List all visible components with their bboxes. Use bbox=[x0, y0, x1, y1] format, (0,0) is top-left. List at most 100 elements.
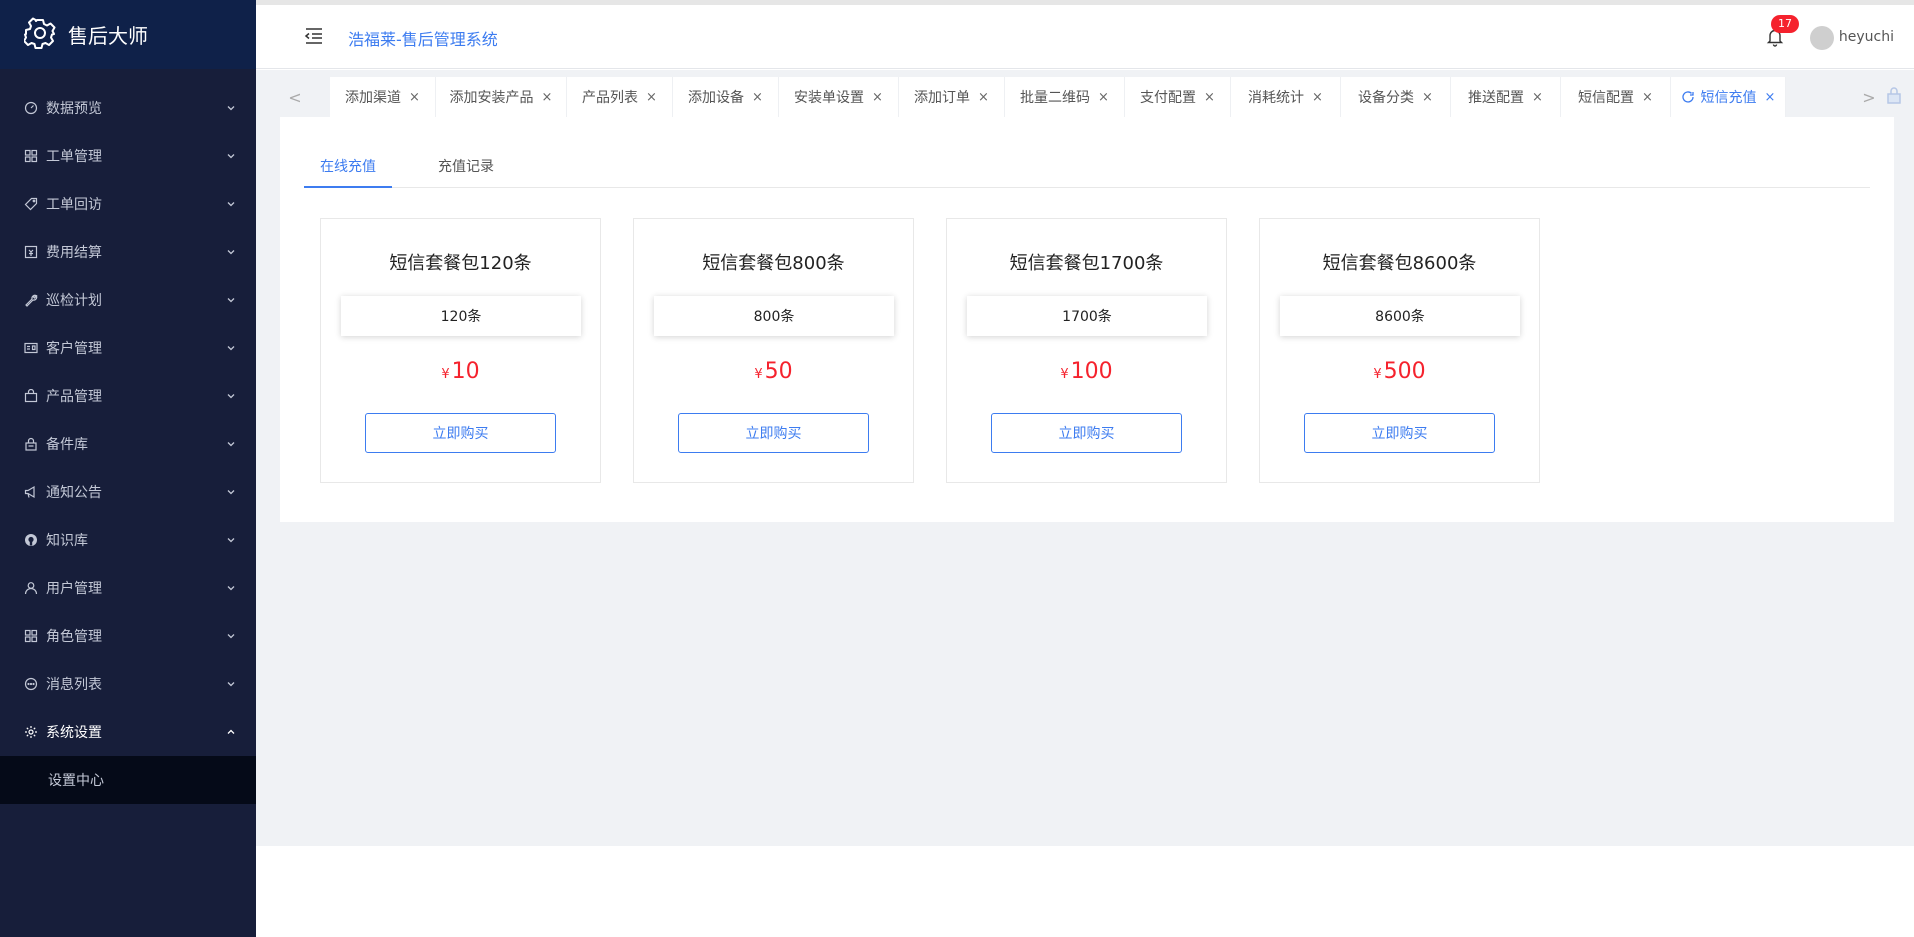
menu-fold-icon[interactable] bbox=[304, 27, 324, 45]
close-icon[interactable]: × bbox=[1098, 90, 1109, 105]
package-quantity: 120条 bbox=[341, 296, 581, 336]
package-price: ¥100 bbox=[947, 359, 1226, 384]
sidebar-item-products[interactable]: 产品管理 bbox=[0, 372, 256, 420]
currency-symbol: ¥ bbox=[1373, 367, 1382, 382]
tab-sms-recharge[interactable]: 短信充值 × bbox=[1671, 77, 1786, 117]
close-icon[interactable]: × bbox=[646, 90, 657, 105]
package-quantity: 800条 bbox=[654, 296, 894, 336]
currency-symbol: ¥ bbox=[441, 367, 450, 382]
close-icon[interactable]: × bbox=[1204, 90, 1215, 105]
sidebar-item-system-settings[interactable]: 系统设置 bbox=[0, 708, 256, 756]
sidebar-item-label: 系统设置 bbox=[46, 725, 102, 741]
sidebar: 售后大师 数据预览 工单管理 工单回访 费用结算 巡检计划 客户管理 产品管理 … bbox=[0, 0, 256, 937]
tab-label: 短信充值 bbox=[1700, 90, 1757, 106]
tabs-bar: < 添加渠道 × 添加安装产品 × 产品列表 × 添加设备 × 安装单设置 × … bbox=[280, 77, 1914, 117]
close-icon[interactable]: × bbox=[1642, 90, 1653, 105]
main-panel: 在线充值 充值记录 短信套餐包120条 120条 ¥10 立即购买 短信套餐包8… bbox=[280, 117, 1894, 522]
tab-add-install-product[interactable]: 添加安装产品 × bbox=[436, 77, 567, 117]
sidebar-item-follow-up[interactable]: 工单回访 bbox=[0, 180, 256, 228]
sidebar-subitem-label: 设置中心 bbox=[48, 773, 104, 789]
sidebar-item-label: 客户管理 bbox=[46, 341, 102, 357]
chevron-up-icon bbox=[227, 729, 235, 734]
tab-device-category[interactable]: 设备分类 × bbox=[1341, 77, 1451, 117]
sidebar-item-users[interactable]: 用户管理 bbox=[0, 564, 256, 612]
tab-label: 支付配置 bbox=[1140, 90, 1197, 106]
sidebar-subitem-settings-center[interactable]: 设置中心 bbox=[0, 756, 256, 804]
avatar[interactable] bbox=[1810, 26, 1834, 50]
close-icon[interactable]: × bbox=[542, 90, 553, 105]
package-card: 短信套餐包8600条 8600条 ¥500 立即购买 bbox=[1259, 218, 1540, 483]
buy-now-button[interactable]: 立即购买 bbox=[991, 413, 1182, 453]
tab-add-device[interactable]: 添加设备 × bbox=[673, 77, 779, 117]
package-price: ¥10 bbox=[321, 359, 600, 384]
sidebar-item-label: 通知公告 bbox=[46, 485, 102, 501]
sidebar-item-inspection[interactable]: 巡检计划 bbox=[0, 276, 256, 324]
close-icon[interactable]: × bbox=[409, 90, 420, 105]
tab-push-config[interactable]: 推送配置 × bbox=[1451, 77, 1561, 117]
chevron-down-icon bbox=[227, 346, 235, 351]
tab-label: 在线充值 bbox=[320, 159, 376, 175]
close-icon[interactable]: × bbox=[1312, 90, 1323, 105]
price-amount: 500 bbox=[1383, 359, 1426, 384]
close-icon[interactable]: × bbox=[978, 90, 989, 105]
logo-bar[interactable]: 售后大师 bbox=[0, 0, 256, 69]
tab-label: 添加安装产品 bbox=[449, 90, 534, 106]
tab-label: 充值记录 bbox=[438, 159, 494, 175]
dashboard-icon bbox=[24, 101, 38, 115]
chevron-down-icon bbox=[227, 634, 235, 639]
tab-install-settings[interactable]: 安装单设置 × bbox=[779, 77, 899, 117]
package-title: 短信套餐包1700条 bbox=[1009, 253, 1164, 274]
tabs-scroll-right-button[interactable]: > bbox=[1854, 77, 1884, 117]
chevron-down-icon bbox=[227, 106, 235, 111]
refresh-icon[interactable] bbox=[1681, 90, 1695, 104]
tab-sms-config[interactable]: 短信配置 × bbox=[1561, 77, 1671, 117]
tab-batch-qrcode[interactable]: 批量二维码 × bbox=[1005, 77, 1125, 117]
tab-add-channel[interactable]: 添加渠道 × bbox=[330, 77, 436, 117]
buy-now-button[interactable]: 立即购买 bbox=[678, 413, 869, 453]
sidebar-item-label: 角色管理 bbox=[46, 629, 102, 645]
close-icon[interactable]: × bbox=[1532, 90, 1543, 105]
package-quantity: 8600条 bbox=[1280, 296, 1520, 336]
chevron-down-icon bbox=[227, 442, 235, 447]
sidebar-item-roles[interactable]: 角色管理 bbox=[0, 612, 256, 660]
sidebar-item-billing[interactable]: 费用结算 bbox=[0, 228, 256, 276]
logo-text: 售后大师 bbox=[68, 24, 148, 48]
close-icon[interactable]: × bbox=[872, 90, 883, 105]
username[interactable]: heyuchi bbox=[1839, 29, 1894, 45]
system-title: 浩福莱-售后管理系统 bbox=[348, 30, 498, 49]
close-icon[interactable]: × bbox=[752, 90, 763, 105]
sidebar-item-messages[interactable]: 消息列表 bbox=[0, 660, 256, 708]
sidebar-item-spare-parts[interactable]: 备件库 bbox=[0, 420, 256, 468]
chevron-down-icon bbox=[227, 538, 235, 543]
tab-online-recharge[interactable]: 在线充值 bbox=[304, 149, 392, 188]
sidebar-item-label: 巡检计划 bbox=[46, 293, 102, 309]
lock-icon[interactable] bbox=[1884, 85, 1904, 105]
sidebar-item-notices[interactable]: 通知公告 bbox=[0, 468, 256, 516]
chevron-down-icon bbox=[227, 586, 235, 591]
tag-icon bbox=[24, 197, 38, 211]
recharge-tabs: 在线充值 充值记录 bbox=[304, 149, 1870, 188]
close-icon[interactable]: × bbox=[1422, 90, 1433, 105]
tab-payment-config[interactable]: 支付配置 × bbox=[1125, 77, 1231, 117]
sidebar-item-work-orders[interactable]: 工单管理 bbox=[0, 132, 256, 180]
close-icon[interactable]: × bbox=[1765, 90, 1776, 105]
sidebar-item-label: 费用结算 bbox=[46, 245, 102, 261]
sidebar-item-label: 消息列表 bbox=[46, 677, 102, 693]
package-title: 短信套餐包120条 bbox=[389, 253, 532, 274]
sidebar-item-label: 产品管理 bbox=[46, 389, 102, 405]
sidebar-item-data-preview[interactable]: 数据预览 bbox=[0, 84, 256, 132]
sidebar-item-knowledge-base[interactable]: 知识库 bbox=[0, 516, 256, 564]
buy-now-button[interactable]: 立即购买 bbox=[365, 413, 556, 453]
tab-product-list[interactable]: 产品列表 × bbox=[567, 77, 673, 117]
tabs-scroll-left-button[interactable]: < bbox=[280, 77, 310, 117]
tab-label: 添加订单 bbox=[914, 90, 971, 106]
tab-label: 产品列表 bbox=[582, 90, 639, 106]
price-amount: 50 bbox=[764, 359, 793, 384]
tab-label: 消耗统计 bbox=[1248, 90, 1305, 106]
tab-recharge-records[interactable]: 充值记录 bbox=[438, 149, 508, 188]
tab-add-order[interactable]: 添加订单 × bbox=[899, 77, 1005, 117]
sidebar-item-customers[interactable]: 客户管理 bbox=[0, 324, 256, 372]
buy-now-button[interactable]: 立即购买 bbox=[1304, 413, 1495, 453]
sidebar-item-label: 用户管理 bbox=[46, 581, 102, 597]
tab-consumption-stats[interactable]: 消耗统计 × bbox=[1231, 77, 1341, 117]
